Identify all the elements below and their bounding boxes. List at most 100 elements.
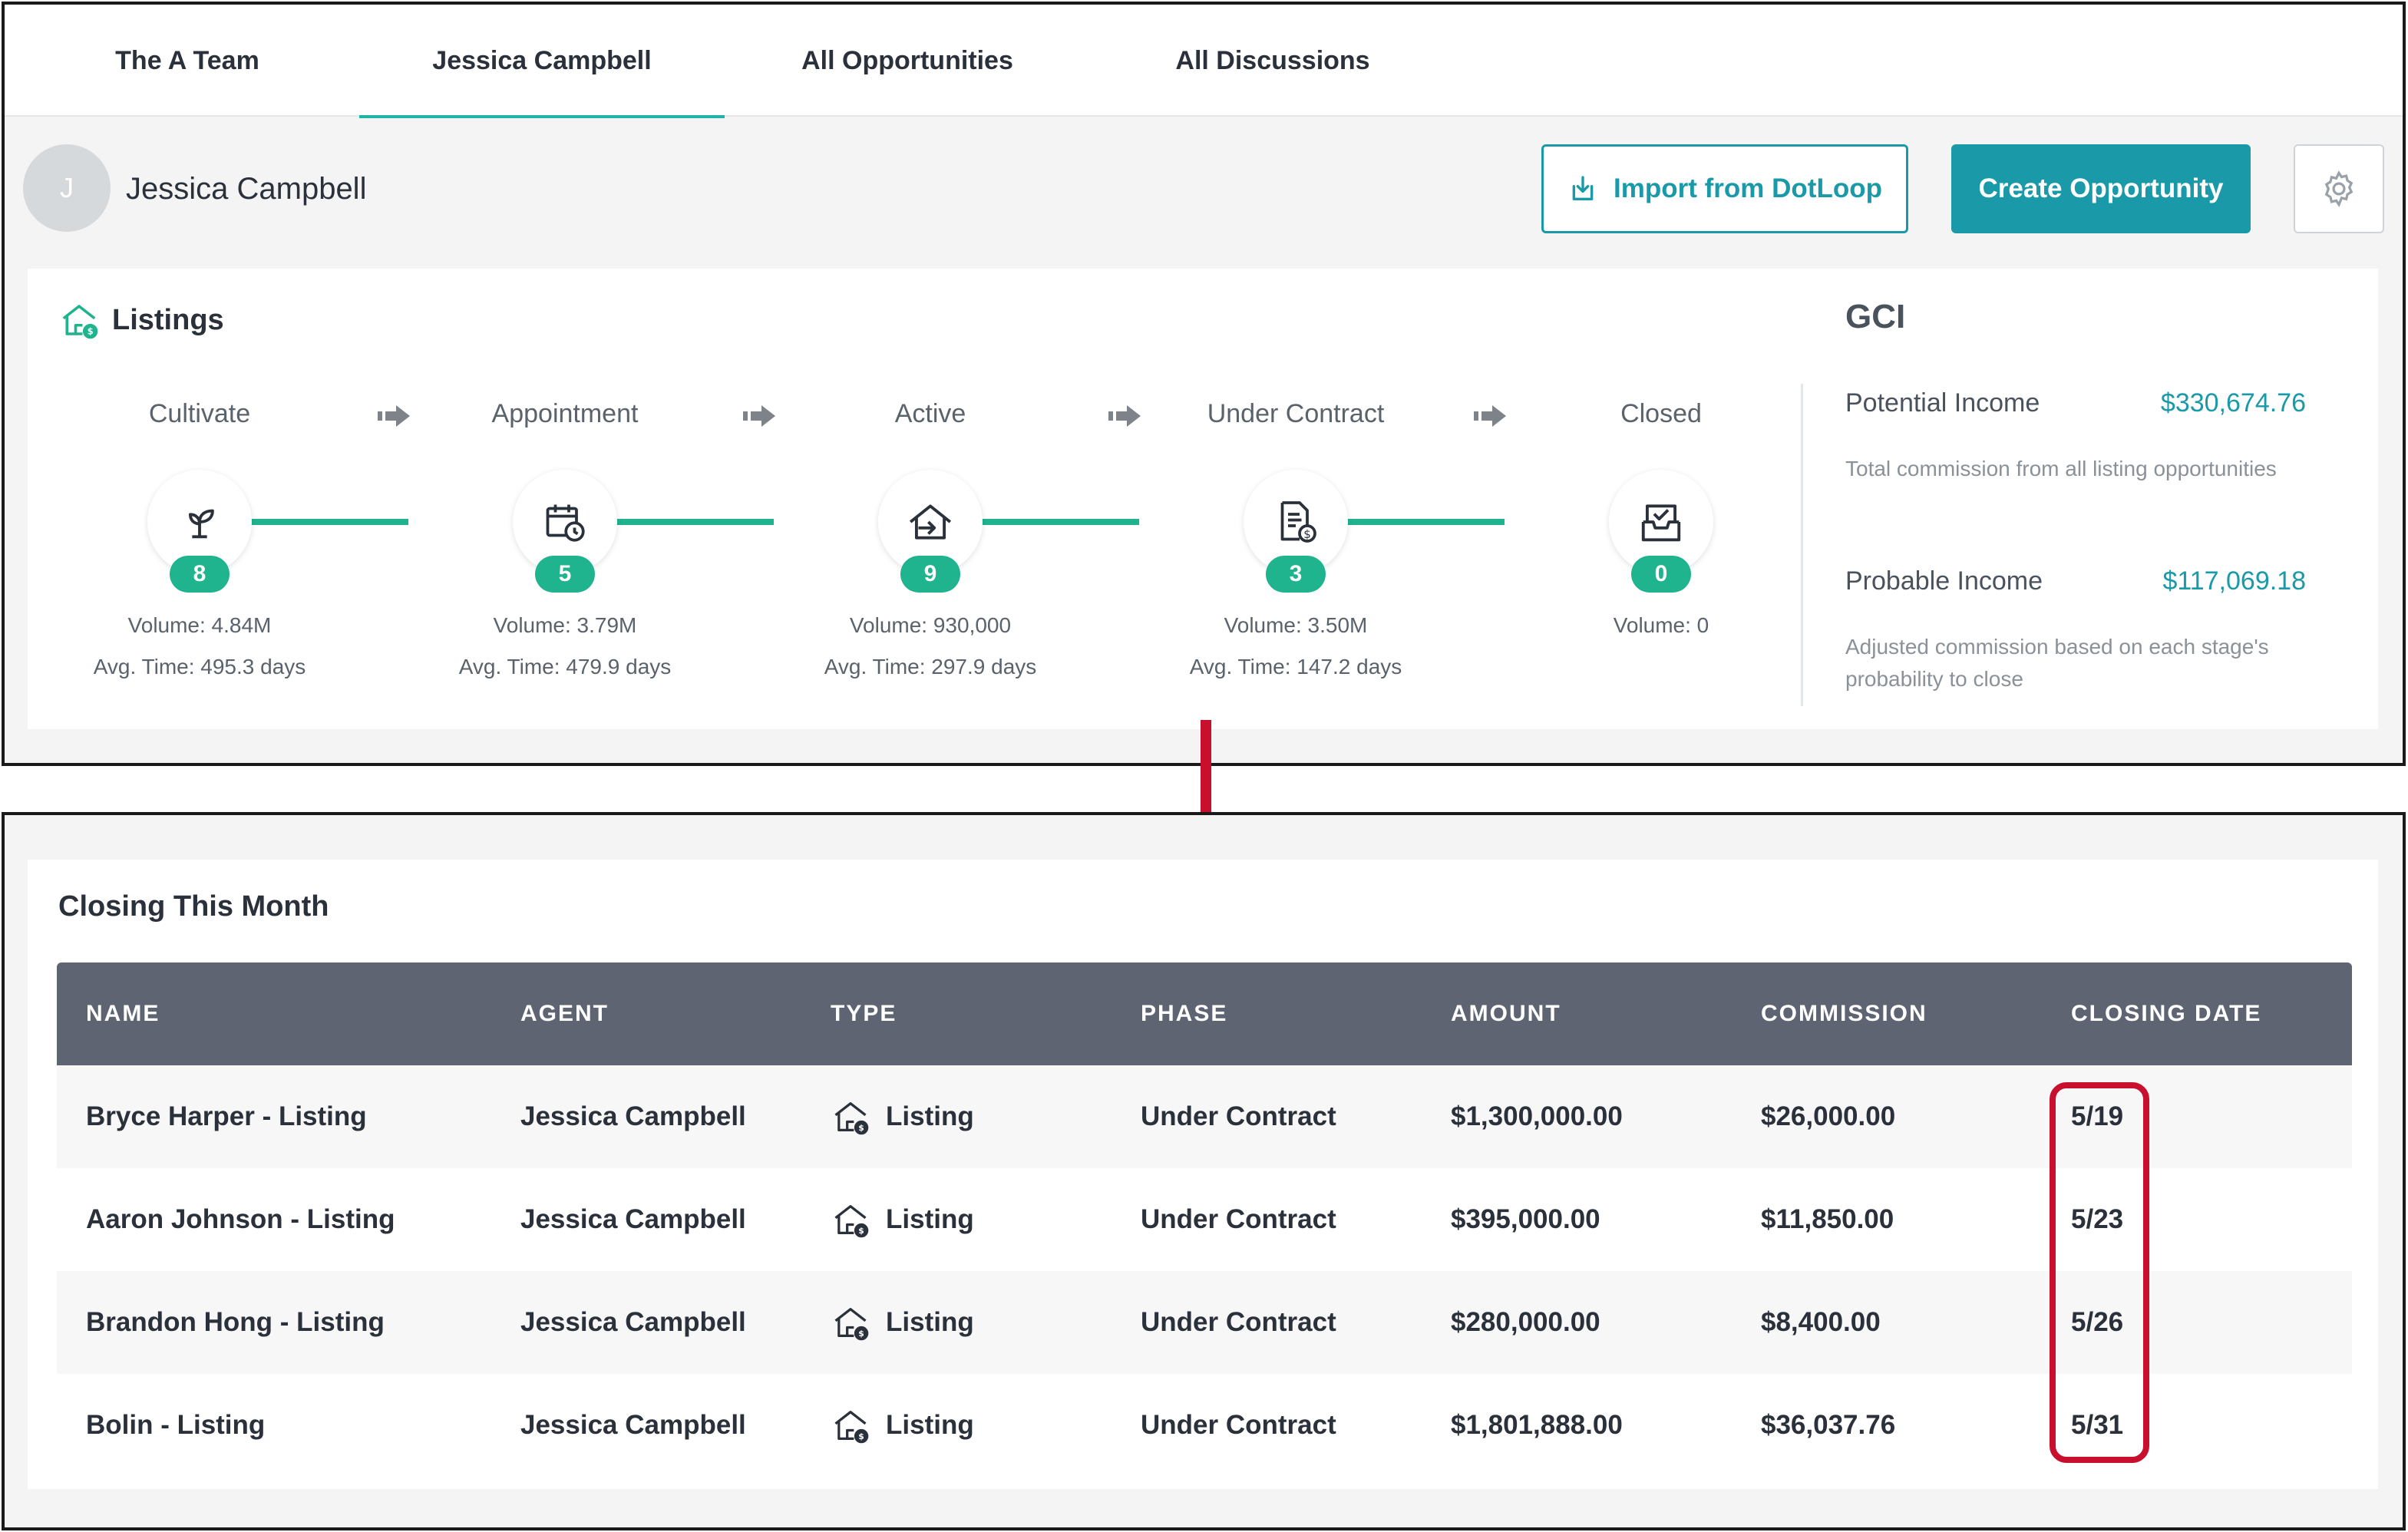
probable-income-description: Adjusted commission based on each stage'… xyxy=(1845,635,2269,691)
stage-count-badge: 8 xyxy=(170,556,230,593)
stage-avg-time: Avg. Time: 297.9 days xyxy=(824,655,1037,679)
gear-icon xyxy=(2324,170,2353,208)
stage-volume: Volume: 3.50M xyxy=(1224,613,1368,637)
stage-arrow-icon xyxy=(378,405,410,427)
stage-count-badge: 3 xyxy=(1266,556,1326,593)
avatar: J xyxy=(23,144,111,232)
house-dollar-icon: $ xyxy=(834,1411,869,1444)
column-header-type[interactable]: TYPE xyxy=(831,962,897,1065)
cell-name[interactable]: Bryce Harper - Listing xyxy=(86,1065,367,1168)
cell-amount: $1,300,000.00 xyxy=(1451,1101,1623,1131)
column-header-agent[interactable]: AGENT xyxy=(520,962,609,1065)
potential-income-value: $330,674.76 xyxy=(2160,388,2306,418)
table-row[interactable]: Brandon Hong - Listing Jessica Campbell … xyxy=(57,1271,2352,1374)
cell-amount: $395,000.00 xyxy=(1451,1204,1600,1234)
cell-type-label: Listing xyxy=(886,1204,974,1234)
cell-commission: $11,850.00 xyxy=(1761,1204,1894,1234)
calendar-clock-icon xyxy=(546,504,585,542)
cell-type-label: Listing xyxy=(886,1101,974,1131)
svg-text:$: $ xyxy=(88,327,94,337)
house-dollar-icon: $ xyxy=(62,305,98,339)
house-arrow-icon xyxy=(909,504,952,540)
column-header-amount[interactable]: AMOUNT xyxy=(1451,962,1561,1065)
table-header: NAME AGENT TYPE PHASE AMOUNT COMMISSION … xyxy=(57,962,2352,1065)
contract-dollar-icon: $ xyxy=(1280,501,1316,543)
listings-title: Listings xyxy=(112,303,224,336)
tab-the-a-team[interactable]: The A Team xyxy=(5,5,370,117)
cell-agent: Jessica Campbell xyxy=(520,1410,746,1440)
svg-text:$: $ xyxy=(1303,527,1311,541)
closing-title: Closing This Month xyxy=(58,890,329,923)
house-dollar-icon: $ xyxy=(834,1308,869,1341)
cell-type-label: Listing xyxy=(886,1307,974,1337)
sprout-icon xyxy=(188,509,214,539)
stage-volume: Volume: 3.79M xyxy=(493,613,637,637)
team-dashboard-panel: The A Team Jessica Campbell All Opportun… xyxy=(2,2,2406,766)
pipeline-connector-line xyxy=(250,519,408,525)
gci-divider xyxy=(1801,384,1803,706)
stage-arrow-icon xyxy=(1474,405,1506,427)
column-header-closing-date[interactable]: CLOSING DATE xyxy=(2071,962,2261,1065)
closing-date-highlight xyxy=(2050,1082,2149,1463)
stage-label-active: Active xyxy=(894,399,966,428)
stage-avg-time: Avg. Time: 495.3 days xyxy=(93,655,306,679)
column-header-phase[interactable]: PHASE xyxy=(1141,962,1227,1065)
table-row[interactable]: Bolin - Listing Jessica Campbell $ Listi… xyxy=(57,1374,2352,1477)
probable-income-value: $117,069.18 xyxy=(2162,566,2306,596)
potential-income-label: Potential Income xyxy=(1845,388,2040,418)
tab-bar: The A Team Jessica Campbell All Opportun… xyxy=(5,5,2403,118)
cell-name[interactable]: Bolin - Listing xyxy=(86,1374,265,1477)
svg-text:$: $ xyxy=(858,1123,864,1133)
table-row[interactable]: Bryce Harper - Listing Jessica Campbell … xyxy=(57,1065,2352,1168)
column-header-name[interactable]: NAME xyxy=(86,962,160,1065)
cell-amount: $280,000.00 xyxy=(1451,1307,1600,1337)
cell-name[interactable]: Aaron Johnson - Listing xyxy=(86,1168,395,1271)
probable-income-label: Probable Income xyxy=(1845,566,2043,596)
cell-agent: Jessica Campbell xyxy=(520,1204,746,1234)
stage-volume: Volume: 930,000 xyxy=(849,613,1012,637)
cell-type: $ Listing xyxy=(831,1168,974,1271)
cell-phase: Under Contract xyxy=(1141,1101,1336,1131)
stage-arrow-icon xyxy=(743,405,775,427)
stage-volume: Volume: 4.84M xyxy=(127,613,272,637)
import-from-dotloop-button[interactable]: Import from DotLoop xyxy=(1541,144,1908,233)
pipeline-connector-line xyxy=(616,519,774,525)
stage-count-badge: 0 xyxy=(1631,556,1691,593)
settings-button[interactable] xyxy=(2294,144,2384,233)
listings-heading: $ Listings xyxy=(58,299,224,341)
cell-commission: $8,400.00 xyxy=(1761,1307,1881,1337)
create-opportunity-button[interactable]: Create Opportunity xyxy=(1951,144,2251,233)
house-dollar-icon: $ xyxy=(834,1205,869,1238)
cell-agent: Jessica Campbell xyxy=(520,1101,746,1131)
table-row[interactable]: Aaron Johnson - Listing Jessica Campbell… xyxy=(57,1168,2352,1271)
user-name: Jessica Campbell xyxy=(126,172,367,206)
column-header-commission[interactable]: COMMISSION xyxy=(1761,962,1927,1065)
tab-all-opportunities[interactable]: All Opportunities xyxy=(725,5,1090,117)
stage-avg-time: Avg. Time: 147.2 days xyxy=(1189,655,1402,679)
svg-text:$: $ xyxy=(858,1431,864,1441)
closing-this-month-card: Closing This Month NAME AGENT TYPE PHASE… xyxy=(28,860,2378,1489)
import-button-label: Import from DotLoop xyxy=(1614,173,1882,203)
stage-label-appointment: Appointment xyxy=(491,399,639,428)
svg-text:$: $ xyxy=(858,1226,864,1236)
svg-text:$: $ xyxy=(858,1329,864,1339)
cell-phase: Under Contract xyxy=(1141,1307,1336,1337)
tab-jessica-campbell[interactable]: Jessica Campbell xyxy=(359,5,725,118)
cell-type: $ Listing xyxy=(831,1374,974,1477)
pipeline-connector-line xyxy=(981,519,1139,525)
cell-type: $ Listing xyxy=(831,1271,974,1374)
closing-panel: Closing This Month NAME AGENT TYPE PHASE… xyxy=(2,812,2406,1530)
stage-label-closed: Closed xyxy=(1620,399,1702,428)
tab-all-discussions[interactable]: All Discussions xyxy=(1090,5,1455,117)
stage-volume: Volume: 0 xyxy=(1613,613,1709,637)
stage-count-badge: 5 xyxy=(535,556,595,593)
cell-name[interactable]: Brandon Hong - Listing xyxy=(86,1271,385,1374)
download-icon xyxy=(1572,176,1594,200)
cell-agent: Jessica Campbell xyxy=(520,1307,746,1337)
cell-phase: Under Contract xyxy=(1141,1204,1336,1234)
cell-phase: Under Contract xyxy=(1141,1410,1336,1440)
cell-type: $ Listing xyxy=(831,1065,974,1168)
gci-title: GCI xyxy=(1845,298,1906,335)
stage-count-badge: 9 xyxy=(900,556,960,593)
cell-commission: $26,000.00 xyxy=(1761,1101,1896,1131)
